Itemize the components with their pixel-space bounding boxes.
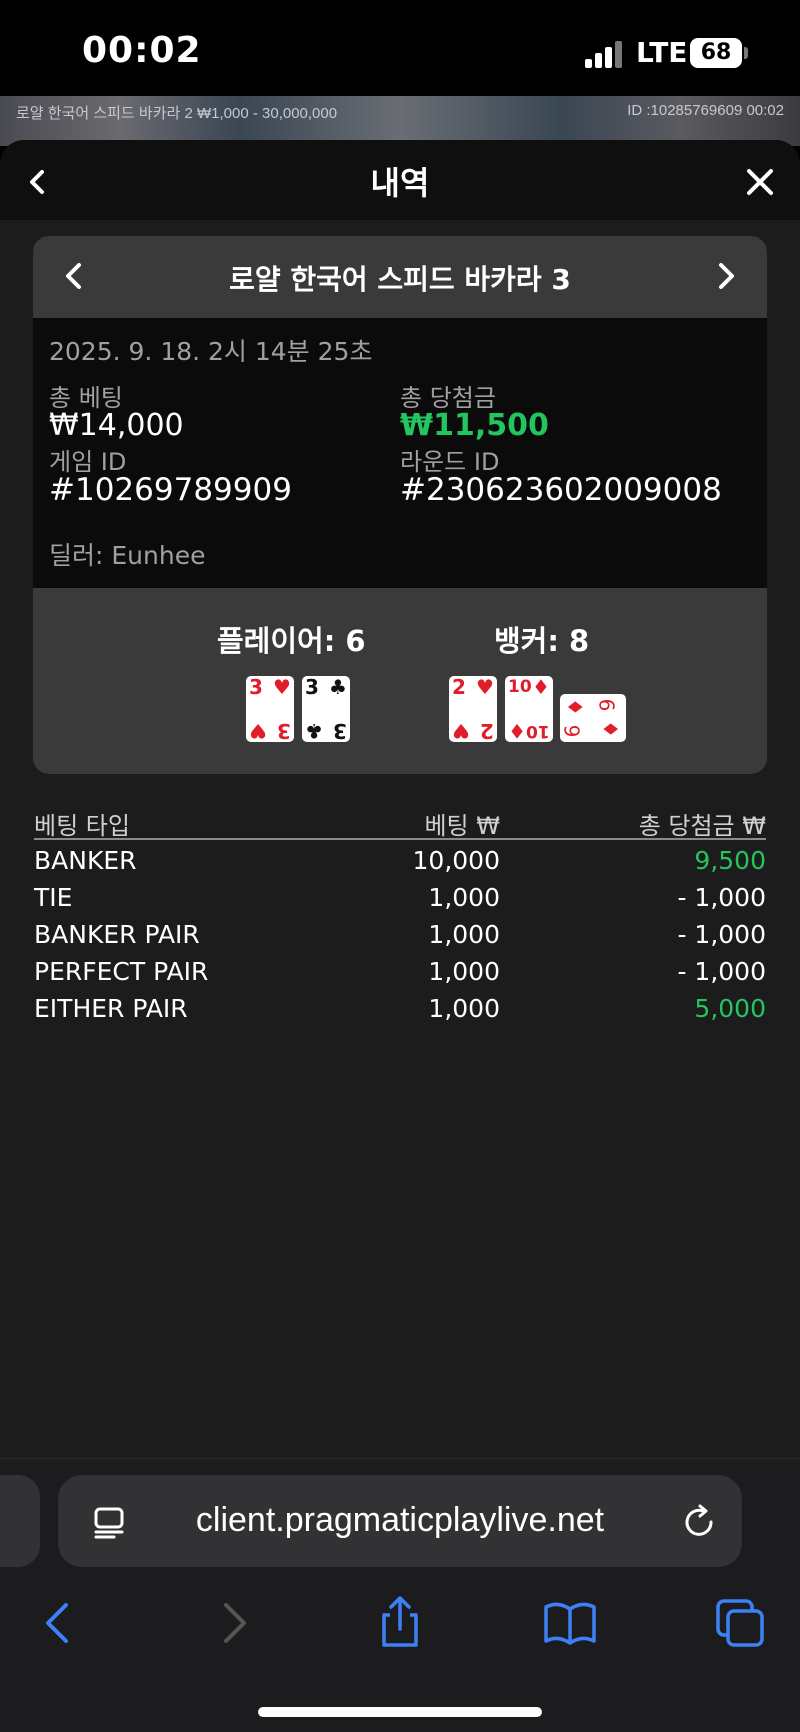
game-nav-bar: 로얄 한국어 스피드 바카라 3 xyxy=(33,236,767,318)
bet-amount: 10,000 xyxy=(412,846,500,875)
round-date: 2025. 9. 18. 2시 14분 25초 xyxy=(49,337,373,366)
close-icon xyxy=(747,169,773,195)
home-indicator[interactable] xyxy=(258,1707,542,1717)
bet-type: BANKER PAIR xyxy=(34,920,200,949)
game-id-value: #10269789909 xyxy=(49,472,292,508)
sheet-title: 내역 xyxy=(370,164,430,202)
chevron-right-icon xyxy=(719,263,734,289)
sheet-header: 내역 xyxy=(0,140,800,220)
player-card: 3 ♣ ♣ 3 xyxy=(302,676,350,743)
bet-amount: 1,000 xyxy=(428,920,500,949)
round-id-value: #230623602009008 xyxy=(400,472,722,508)
history-card: 로얄 한국어 스피드 바카라 3 2025. 9. 18. 2시 14분 25초… xyxy=(33,236,767,774)
total-win-value: ₩11,500 xyxy=(400,408,549,443)
table-row: PERFECT PAIR 1,000 - 1,000 xyxy=(34,951,766,988)
tabs-icon[interactable] xyxy=(710,1593,770,1653)
bet-type: TIE xyxy=(34,883,73,912)
reload-icon[interactable] xyxy=(680,1503,718,1541)
history-sheet: 내역 로얄 한국어 스피드 바카라 3 2025. 9. 18. 2시 14분 … xyxy=(0,140,800,1458)
close-button[interactable] xyxy=(740,162,780,202)
dealer-name: 딜러: Eunhee xyxy=(49,541,206,570)
win-amount: - 1,000 xyxy=(677,957,766,986)
table-row: BANKER PAIR 1,000 - 1,000 xyxy=(34,914,766,951)
banker-score: 뱅커: 8 xyxy=(494,624,590,658)
banker-card: 10 ♦ ♦ 10 xyxy=(505,676,553,743)
banker-card: 2 ♥ ♥ 2 xyxy=(449,676,497,743)
win-amount: - 1,000 xyxy=(677,883,766,912)
round-result: 플레이어: 6 뱅커: 8 3 ♥ ♥ 3 3 ♣ ♣ 3 2 ♥ ♥ 2 10 ♦ ♦ 10 … xyxy=(33,588,767,774)
player-card: 3 ♥ ♥ 3 xyxy=(246,676,294,743)
forward-arrow-icon[interactable] xyxy=(202,1593,262,1653)
game-background-strip: 로얄 한국어 스피드 바카라 2 ₩1,000 - 30,000,000 ID … xyxy=(0,96,800,146)
url-text: client.pragmaticplaylive.net xyxy=(195,1501,605,1539)
banker-card-third: ♦ 6 6 ♦ xyxy=(560,694,626,742)
table-row: TIE 1,000 - 1,000 xyxy=(34,877,766,914)
bet-type: BANKER xyxy=(34,846,137,875)
address-bar[interactable]: client.pragmaticplaylive.net xyxy=(58,1475,742,1567)
next-game-button[interactable] xyxy=(705,256,745,296)
table-row: EITHER PAIR 1,000 5,000 xyxy=(34,988,766,1025)
player-score: 플레이어: 6 xyxy=(217,624,366,658)
bet-amount: 1,000 xyxy=(428,883,500,912)
battery-nub xyxy=(744,47,748,59)
previous-tab-peek[interactable] xyxy=(0,1475,40,1567)
win-amount: 5,000 xyxy=(694,994,766,1023)
signal-icon xyxy=(585,40,625,68)
game-strip-id: ID :10285769609 00:02 xyxy=(627,102,784,119)
share-icon[interactable] xyxy=(370,1593,430,1653)
header-bet-type: 베팅 타입 xyxy=(34,812,130,840)
status-bar: 00:02 LTE 68 xyxy=(0,0,800,96)
bet-amount: 1,000 xyxy=(428,957,500,986)
header-bet-amount: 베팅 ₩ xyxy=(424,812,500,840)
back-arrow-icon[interactable] xyxy=(30,1593,90,1653)
bet-type: PERFECT PAIR xyxy=(34,957,209,986)
bet-amount: 1,000 xyxy=(428,994,500,1023)
win-amount: - 1,000 xyxy=(677,920,766,949)
bet-type: EITHER PAIR xyxy=(34,994,188,1023)
bets-table-header: 베팅 타입 베팅 ₩ 총 당첨금 ₩ xyxy=(34,800,766,840)
bets-table: 베팅 타입 베팅 ₩ 총 당첨금 ₩ BANKER 10,000 9,500 T… xyxy=(34,800,766,1025)
game-strip-title: 로얄 한국어 스피드 바카라 2 ₩1,000 - 30,000,000 xyxy=(16,105,338,122)
table-row: BANKER 10,000 9,500 xyxy=(34,840,766,877)
status-time: 00:02 xyxy=(82,30,202,71)
header-win-amount: 총 당첨금 ₩ xyxy=(638,812,766,840)
game-name: 로얄 한국어 스피드 바카라 3 xyxy=(229,263,571,296)
total-bet-value: ₩14,000 xyxy=(49,408,184,443)
bookmarks-icon[interactable] xyxy=(540,1593,600,1653)
battery-icon: 68 xyxy=(690,38,742,68)
win-amount: 9,500 xyxy=(694,846,766,875)
network-type: LTE xyxy=(636,36,688,69)
browser-toolbar: client.pragmaticplaylive.net xyxy=(0,1458,800,1732)
round-info: 2025. 9. 18. 2시 14분 25초 총 베팅 ₩14,000 총 당… xyxy=(33,318,767,588)
